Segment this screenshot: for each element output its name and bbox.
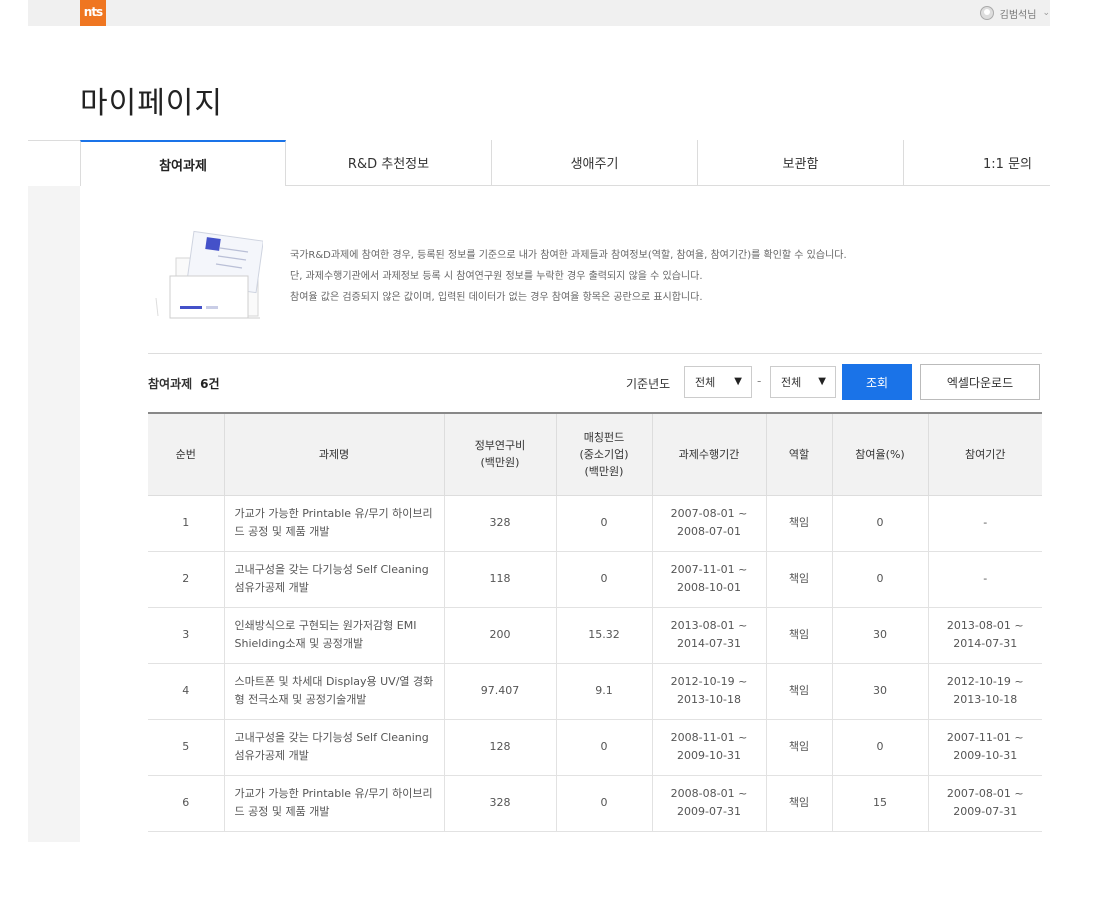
tab-storage[interactable]: 보관함 bbox=[698, 140, 904, 186]
cell-rate: 30 bbox=[832, 663, 929, 720]
cell-title[interactable]: 가교가 가능한 Printable 유/무기 하이브리드 공정 및 제품 개발 bbox=[224, 495, 445, 552]
table-row[interactable]: 6 가교가 가능한 Printable 유/무기 하이브리드 공정 및 제품 개… bbox=[148, 775, 1042, 832]
info-line: 국가R&D과제에 참여한 경우, 등록된 정보를 기준으로 내가 참여한 과제들… bbox=[290, 250, 847, 261]
tab-bar: 참여과제 R&D 추천정보 생애주기 보관함 1:1 문의 bbox=[80, 140, 1050, 186]
cell-role: 책임 bbox=[766, 607, 833, 664]
section-divider bbox=[148, 353, 1042, 354]
table-row[interactable]: 1 가교가 가능한 Printable 유/무기 하이브리드 공정 및 제품 개… bbox=[148, 495, 1042, 552]
cell-title[interactable]: 가교가 가능한 Printable 유/무기 하이브리드 공정 및 제품 개발 bbox=[224, 775, 445, 832]
dropdown-arrow-icon: ▼ bbox=[818, 376, 826, 387]
col-header-role: 역할 bbox=[766, 412, 833, 496]
cell-gov-fund: 328 bbox=[444, 775, 557, 832]
cell-participation-period: 2013-08-01 ~ 2014-07-31 bbox=[928, 607, 1042, 664]
col-header-no: 순번 bbox=[148, 412, 225, 496]
cell-role: 책임 bbox=[766, 719, 833, 776]
cell-participation-period: - bbox=[928, 495, 1042, 552]
user-name: 김범석님 bbox=[999, 9, 1037, 21]
document-illustration-icon bbox=[155, 230, 263, 319]
range-dash: - bbox=[757, 374, 762, 388]
year-to-value: 전체 bbox=[781, 376, 802, 389]
cell-no: 5 bbox=[148, 719, 225, 776]
result-count-value: 6건 bbox=[200, 377, 220, 391]
col-header-title: 과제명 bbox=[224, 412, 445, 496]
cell-participation-period: 2012-10-19 ~ 2013-10-18 bbox=[928, 663, 1042, 720]
cell-rate: 15 bbox=[832, 775, 929, 832]
result-count: 참여과제 6건 bbox=[148, 375, 220, 392]
table-row[interactable]: 4 스마트폰 및 차세대 Display용 UV/열 경화형 전극소재 및 공정… bbox=[148, 663, 1042, 720]
tab-inquiry[interactable]: 1:1 문의 bbox=[904, 140, 1050, 186]
cell-participation-period: 2007-11-01 ~ 2009-10-31 bbox=[928, 719, 1042, 776]
excel-download-button[interactable]: 엑셀다운로드 bbox=[920, 364, 1040, 400]
cell-project-period: 2008-08-01 ~ 2009-07-31 bbox=[652, 775, 767, 832]
chevron-down-icon: ⌄ bbox=[1042, 8, 1050, 18]
participation-table: 순번 과제명 정부연구비 (백만원) 매칭펀드 (중소기업) (백만원) 과제수… bbox=[148, 412, 1042, 832]
col-header-matching-fund: 매칭펀드 (중소기업) (백만원) bbox=[556, 412, 653, 496]
tab-participation[interactable]: 참여과제 bbox=[80, 140, 286, 186]
cell-gov-fund: 97.407 bbox=[444, 663, 557, 720]
cell-role: 책임 bbox=[766, 495, 833, 552]
cell-matching-fund: 15.32 bbox=[556, 607, 653, 664]
search-button[interactable]: 조회 bbox=[842, 364, 912, 400]
cell-matching-fund: 0 bbox=[556, 775, 653, 832]
table-row[interactable]: 2 고내구성을 갖는 다기능성 Self Cleaning 섬유가공제 개발 1… bbox=[148, 551, 1042, 608]
cell-gov-fund: 200 bbox=[444, 607, 557, 664]
cell-rate: 0 bbox=[832, 719, 929, 776]
cell-gov-fund: 128 bbox=[444, 719, 557, 776]
cell-project-period: 2007-08-01 ~ 2008-07-01 bbox=[652, 495, 767, 552]
cell-matching-fund: 9.1 bbox=[556, 663, 653, 720]
cell-title[interactable]: 고내구성을 갖는 다기능성 Self Cleaning 섬유가공제 개발 bbox=[224, 719, 445, 776]
cell-participation-period: - bbox=[928, 551, 1042, 608]
cell-no: 3 bbox=[148, 607, 225, 664]
cell-title[interactable]: 인쇄방식으로 구현되는 원가저감형 EMI Shielding소재 및 공정개발 bbox=[224, 607, 445, 664]
cell-no: 2 bbox=[148, 551, 225, 608]
year-from-value: 전체 bbox=[695, 376, 716, 389]
year-label: 기준년도 bbox=[626, 377, 671, 391]
col-header-project-period: 과제수행기간 bbox=[652, 412, 767, 496]
table-header-row: 순번 과제명 정부연구비 (백만원) 매칭펀드 (중소기업) (백만원) 과제수… bbox=[148, 412, 1042, 496]
col-header-rate: 참여율(%) bbox=[832, 412, 929, 496]
col-header-gov-fund: 정부연구비 (백만원) bbox=[444, 412, 557, 496]
info-text: 국가R&D과제에 참여한 경우, 등록된 정보를 기준으로 내가 참여한 과제들… bbox=[290, 245, 847, 308]
dropdown-arrow-icon: ▼ bbox=[734, 376, 742, 387]
table-row[interactable]: 5 고내구성을 갖는 다기능성 Self Cleaning 섬유가공제 개발 1… bbox=[148, 719, 1042, 776]
cell-project-period: 2008-11-01 ~ 2009-10-31 bbox=[652, 719, 767, 776]
year-to-select[interactable]: 전체 ▼ bbox=[770, 366, 836, 398]
top-header bbox=[28, 0, 1050, 26]
info-line: 단, 과제수행기관에서 과제정보 등록 시 참여연구원 정보를 누락한 경우 출… bbox=[290, 271, 703, 282]
cell-title[interactable]: 고내구성을 갖는 다기능성 Self Cleaning 섬유가공제 개발 bbox=[224, 551, 445, 608]
info-line: 참여율 값은 검증되지 않은 값이며, 입력된 데이터가 없는 경우 참여율 항… bbox=[290, 292, 703, 303]
tab-lifecycle[interactable]: 생애주기 bbox=[492, 140, 698, 186]
cell-no: 1 bbox=[148, 495, 225, 552]
cell-gov-fund: 328 bbox=[444, 495, 557, 552]
left-gutter bbox=[28, 186, 80, 842]
cell-title[interactable]: 스마트폰 및 차세대 Display용 UV/열 경화형 전극소재 및 공정기술… bbox=[224, 663, 445, 720]
site-logo[interactable]: nts bbox=[80, 0, 106, 26]
cell-matching-fund: 0 bbox=[556, 719, 653, 776]
cell-role: 책임 bbox=[766, 551, 833, 608]
cell-gov-fund: 118 bbox=[444, 551, 557, 608]
table-row[interactable]: 3 인쇄방식으로 구현되는 원가저감형 EMI Shielding소재 및 공정… bbox=[148, 607, 1042, 664]
user-icon bbox=[979, 6, 994, 20]
page-title: 마이페이지 bbox=[80, 86, 223, 121]
cell-project-period: 2012-10-19 ~ 2013-10-18 bbox=[652, 663, 767, 720]
cell-matching-fund: 0 bbox=[556, 495, 653, 552]
user-menu[interactable]: 김범석님 ⌄ bbox=[979, 3, 1050, 23]
cell-no: 4 bbox=[148, 663, 225, 720]
cell-role: 책임 bbox=[766, 663, 833, 720]
cell-no: 6 bbox=[148, 775, 225, 832]
cell-participation-period: 2007-08-01 ~ 2009-07-31 bbox=[928, 775, 1042, 832]
col-header-participation-period: 참여기간 bbox=[928, 412, 1042, 496]
result-count-label: 참여과제 bbox=[148, 377, 193, 391]
tab-rnd-recommend[interactable]: R&D 추천정보 bbox=[286, 140, 492, 186]
cell-project-period: 2013-08-01 ~ 2014-07-31 bbox=[652, 607, 767, 664]
cell-role: 책임 bbox=[766, 775, 833, 832]
cell-rate: 30 bbox=[832, 607, 929, 664]
cell-project-period: 2007-11-01 ~ 2008-10-01 bbox=[652, 551, 767, 608]
cell-matching-fund: 0 bbox=[556, 551, 653, 608]
year-from-select[interactable]: 전체 ▼ bbox=[684, 366, 752, 398]
cell-rate: 0 bbox=[832, 551, 929, 608]
cell-rate: 0 bbox=[832, 495, 929, 552]
